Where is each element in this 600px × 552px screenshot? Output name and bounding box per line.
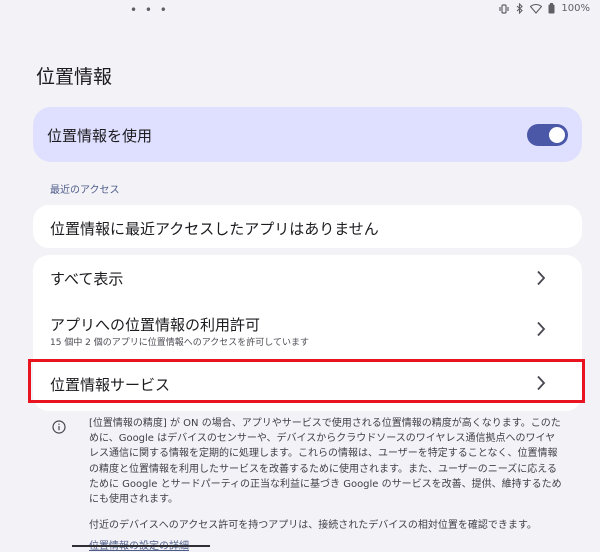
use-location-label: 位置情報を使用 [47,127,153,145]
switch-knob [549,127,565,143]
no-recent-access-text: 位置情報に最近アクセスしたアプリはありません [50,220,379,238]
location-services-label: 位置情報サービス [50,376,171,394]
battery-percent: 100% [561,3,590,14]
use-location-toggle-row[interactable]: 位置情報を使用 [33,107,582,162]
chevron-right-icon [536,321,546,341]
location-services-item[interactable]: 位置情報サービス [33,357,582,411]
vibrate-icon [498,3,510,14]
chevron-right-icon [536,270,546,290]
see-all-label: すべて表示 [50,270,124,288]
recent-access-header: 最近のアクセス [50,185,120,196]
page-title: 位置情報 [36,66,113,88]
status-bar: • • • 100% [0,0,600,22]
use-location-switch[interactable] [527,124,568,146]
see-all-item[interactable]: すべて表示 [33,255,582,301]
app-permission-summary: 15 個中 2 個のアプリに位置情報へのアクセスを許可しています [50,338,310,348]
status-icons: 100% [498,3,590,14]
info-icon [52,419,66,438]
battery-icon [548,3,555,14]
recent-access-card: 位置情報に最近アクセスしたアプリはありません [33,205,582,248]
location-accuracy-description: [位置情報の精度] が ON の場合、アプリやサービスで使用される位置情報の精度… [89,418,562,506]
app-location-permission-item[interactable]: アプリへの位置情報の利用許可 15 個中 2 個のアプリに位置情報へのアクセスを… [33,301,582,357]
status-dots: • • • [130,3,169,17]
chevron-right-icon [536,375,546,395]
nearby-devices-note: 付近のデバイスへのアクセス許可を持つアプリは、接続されたデバイスの相対位置を確認… [89,520,537,531]
app-permission-title: アプリへの位置情報の利用許可 [50,316,261,334]
bluetooth-icon [516,3,524,14]
wifi-icon [530,3,543,14]
scroll-indicator [72,545,210,547]
location-settings-list: すべて表示 アプリへの位置情報の利用許可 15 個中 2 個のアプリに位置情報へ… [33,255,582,411]
